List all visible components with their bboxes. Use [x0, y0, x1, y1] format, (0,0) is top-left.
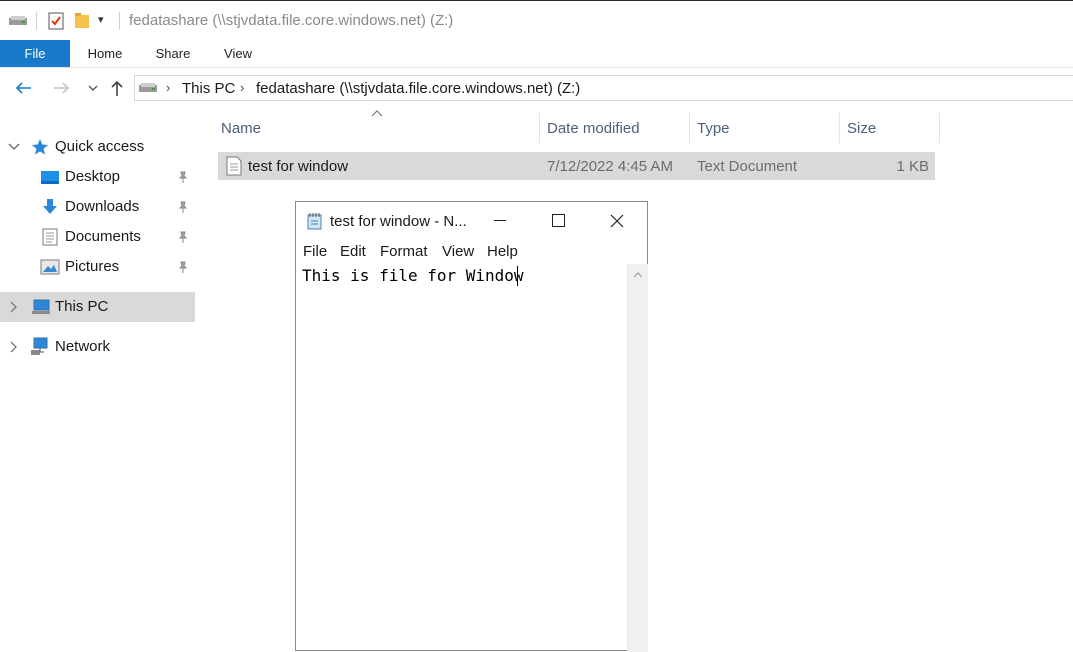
text-document-icon	[226, 156, 242, 176]
expand-chevron-icon[interactable]	[10, 341, 18, 353]
network-drive-icon	[9, 16, 27, 25]
sidebar-item-label: This PC	[55, 298, 109, 315]
sidebar-item-label: Quick access	[55, 138, 145, 155]
menu-view[interactable]: View	[442, 243, 474, 260]
column-separator[interactable]	[939, 113, 940, 143]
notepad-title-bar[interactable]: test for window - N...	[296, 202, 647, 240]
text-caret	[517, 266, 518, 286]
sidebar-item-downloads[interactable]: Downloads	[0, 192, 195, 222]
notepad-icon	[307, 213, 322, 230]
quick-access-separator	[36, 12, 37, 30]
pin-icon[interactable]	[176, 170, 190, 184]
network-drive-icon	[139, 83, 157, 92]
notepad-window: test for window - N... File Edit Format …	[295, 201, 648, 652]
title-separator	[119, 12, 120, 30]
navigation-row: › This PC › fedatashare (\\stjvdata.file…	[0, 68, 1073, 108]
column-header-date-modified[interactable]: Date modified	[540, 113, 688, 143]
file-row[interactable]: test for window 7/12/2022 4:45 AM Text D…	[218, 152, 935, 180]
desktop-folder-icon	[41, 171, 59, 184]
tab-share[interactable]: Share	[148, 40, 198, 67]
forward-arrow-icon[interactable]	[53, 81, 71, 95]
sidebar-item-label: Network	[55, 338, 111, 355]
breadcrumb-chevron-icon[interactable]: ›	[166, 80, 170, 95]
sidebar-item-label: Downloads	[65, 198, 140, 215]
tab-home[interactable]: Home	[80, 40, 130, 67]
expand-chevron-icon[interactable]	[10, 301, 18, 313]
sidebar-item-label: Pictures	[65, 258, 120, 275]
menu-edit[interactable]: Edit	[340, 243, 366, 260]
ribbon: File Home Share View	[0, 40, 1073, 68]
downloads-folder-icon	[43, 199, 57, 214]
file-name[interactable]: test for window	[248, 158, 348, 175]
tab-view[interactable]: View	[214, 40, 262, 67]
vertical-scrollbar[interactable]	[627, 264, 648, 652]
scroll-up-arrow-icon[interactable]	[633, 271, 643, 278]
sidebar-item-label: Desktop	[65, 168, 121, 185]
documents-folder-icon	[42, 228, 58, 246]
notepad-menu-bar: File Edit Format View Help	[296, 240, 647, 264]
breadcrumb-chevron-icon[interactable]: ›	[240, 80, 244, 95]
network-icon	[31, 337, 48, 355]
sidebar-item-desktop[interactable]: Desktop	[0, 162, 195, 192]
notepad-title: test for window - N...	[330, 213, 467, 230]
sidebar-item-pictures[interactable]: Pictures	[0, 252, 195, 282]
star-icon	[32, 139, 48, 155]
minimize-icon[interactable]	[494, 220, 506, 222]
breadcrumb-current[interactable]: fedatashare (\\stjvdata.file.core.window…	[256, 80, 580, 97]
menu-file[interactable]: File	[303, 243, 327, 260]
sidebar-item-network[interactable]: Network	[0, 332, 195, 362]
expand-chevron-icon[interactable]	[8, 143, 20, 151]
column-header-name[interactable]: Name	[218, 113, 538, 143]
tab-file[interactable]: File	[0, 40, 70, 67]
properties-icon[interactable]	[47, 12, 65, 30]
address-bar[interactable]: › This PC › fedatashare (\\stjvdata.file…	[134, 75, 1073, 101]
up-arrow-icon[interactable]	[110, 79, 124, 97]
sidebar-item-quick-access[interactable]: Quick access	[0, 132, 195, 162]
new-folder-icon[interactable]	[74, 12, 90, 30]
pictures-folder-icon	[40, 259, 60, 275]
navigation-pane: Quick access Desktop Downloads Documents…	[0, 108, 198, 643]
menu-help[interactable]: Help	[487, 243, 518, 260]
pin-icon[interactable]	[176, 200, 190, 214]
sidebar-item-documents[interactable]: Documents	[0, 222, 195, 252]
column-header-size[interactable]: Size	[840, 113, 938, 143]
breadcrumb-this-pc[interactable]: This PC	[182, 80, 235, 97]
sidebar-item-this-pc[interactable]: This PC	[0, 292, 195, 322]
maximize-icon[interactable]	[552, 214, 565, 227]
pin-icon[interactable]	[176, 260, 190, 274]
menu-format[interactable]: Format	[380, 243, 428, 260]
column-header-type[interactable]: Type	[690, 113, 838, 143]
sidebar-item-label: Documents	[65, 228, 141, 245]
customize-toolbar-icon[interactable]: ▾	[98, 13, 104, 26]
title-bar: ▾ fedatashare (\\stjvdata.file.core.wind…	[0, 0, 1073, 40]
file-type: Text Document	[697, 158, 798, 175]
file-size: 1 KB	[896, 158, 929, 175]
pin-icon[interactable]	[176, 230, 190, 244]
notepad-text-area[interactable]: This is file for Window	[302, 266, 524, 285]
file-date-modified: 7/12/2022 4:45 AM	[547, 158, 673, 175]
computer-icon	[32, 299, 50, 314]
window-title: fedatashare (\\stjvdata.file.core.window…	[129, 12, 454, 29]
close-icon[interactable]	[610, 214, 624, 228]
back-arrow-icon[interactable]	[14, 81, 32, 95]
recent-locations-chevron-icon[interactable]	[87, 83, 99, 93]
